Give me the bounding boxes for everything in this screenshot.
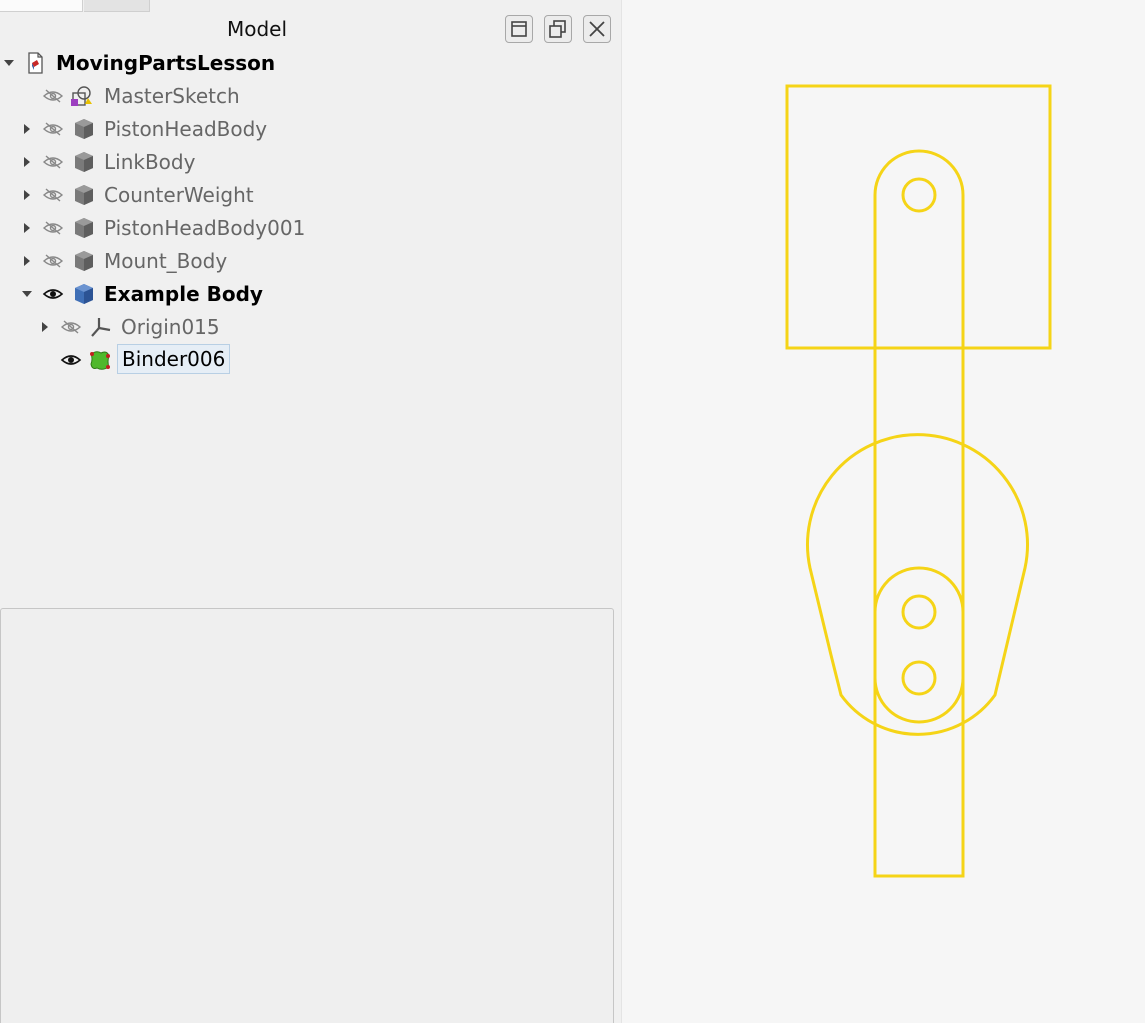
expand-arrow-icon[interactable] (21, 189, 33, 201)
float-button[interactable] (544, 15, 572, 43)
tree-item-label: PistonHeadBody001 (104, 216, 306, 240)
eye-visible-icon[interactable] (60, 352, 82, 368)
tree-row-linkbody[interactable]: LinkBody (0, 145, 620, 178)
tab-tasks[interactable] (84, 0, 150, 12)
tree-item-label: LinkBody (104, 150, 196, 174)
tree-item-label: MasterSketch (104, 84, 240, 108)
eye-hidden-icon[interactable] (42, 154, 64, 170)
dock-button[interactable] (505, 15, 533, 43)
crank-pin-hole-upper (901, 594, 937, 630)
expand-arrow-icon[interactable] (39, 321, 51, 333)
tree-row-pistonheadbody[interactable]: PistonHeadBody (0, 112, 620, 145)
expand-arrow-icon[interactable] (21, 123, 33, 135)
panel-tab-bar (0, 0, 150, 12)
counterweight-outline (806, 433, 1029, 736)
body-icon (75, 218, 93, 238)
piston-head-outline (785, 84, 1052, 350)
body-icon (75, 185, 93, 205)
eye-hidden-icon[interactable] (42, 121, 64, 137)
tree-item-label: PistonHeadBody (104, 117, 268, 141)
link-bar-outline (873, 149, 965, 878)
document-icon (28, 52, 43, 74)
eye-visible-icon[interactable] (42, 286, 64, 302)
body-icon (75, 119, 93, 139)
sketch-geometry (785, 84, 1052, 878)
tree-item-label: MovingPartsLesson (56, 51, 276, 75)
combo-view-panel: Model MovingPartsLesson MasterSketch Pis… (0, 0, 622, 1023)
tree-item-label: Example Body (104, 282, 263, 306)
eye-hidden-icon[interactable] (42, 88, 64, 104)
dock-icon (511, 21, 527, 37)
expand-arrow-icon[interactable] (21, 222, 33, 234)
tree-row-binder006[interactable]: Binder006 (0, 343, 620, 376)
crank-pin-hole-lower (901, 660, 937, 696)
panel-title: Model (226, 17, 288, 41)
shape-binder-icon (90, 351, 110, 370)
close-button[interactable] (583, 15, 611, 43)
tree-row-root[interactable]: MovingPartsLesson (0, 46, 620, 79)
tree-item-label: Origin015 (121, 315, 220, 339)
eye-hidden-icon[interactable] (42, 253, 64, 269)
tree-item-label: CounterWeight (104, 183, 254, 207)
close-icon (589, 21, 605, 37)
crank-slot-outline (873, 566, 965, 724)
tree-item-label[interactable]: Binder006 (117, 344, 231, 374)
tree-row-mount-body[interactable]: Mount_Body (0, 244, 620, 277)
tree-row-pistonheadbody001[interactable]: PistonHeadBody001 (0, 211, 620, 244)
top-pin-hole (901, 177, 937, 213)
active-body-icon (75, 284, 93, 304)
collapse-arrow-icon[interactable] (21, 288, 33, 300)
origin-icon (91, 318, 111, 337)
body-icon (75, 251, 93, 271)
tab-model[interactable] (0, 0, 83, 12)
tree-row-origin015[interactable]: Origin015 (0, 310, 620, 343)
3d-viewport[interactable] (622, 0, 1145, 1023)
eye-hidden-icon[interactable] (60, 319, 82, 335)
sketch-icon (71, 86, 92, 106)
float-window-icon (549, 20, 566, 38)
app-root: Model MovingPartsLesson MasterSketch Pis… (0, 0, 1145, 1023)
tree-item-label: Mount_Body (104, 249, 228, 273)
eye-hidden-icon[interactable] (42, 187, 64, 203)
collapse-arrow-icon[interactable] (3, 57, 15, 69)
expand-arrow-icon[interactable] (21, 156, 33, 168)
expand-arrow-icon[interactable] (21, 255, 33, 267)
tree-row-mastersketch[interactable]: MasterSketch (0, 79, 620, 112)
tree-row-counterweight[interactable]: CounterWeight (0, 178, 620, 211)
tree-row-example-body[interactable]: Example Body (0, 277, 620, 310)
body-icon (75, 152, 93, 172)
property-panel (0, 608, 614, 1023)
eye-hidden-icon[interactable] (42, 220, 64, 236)
